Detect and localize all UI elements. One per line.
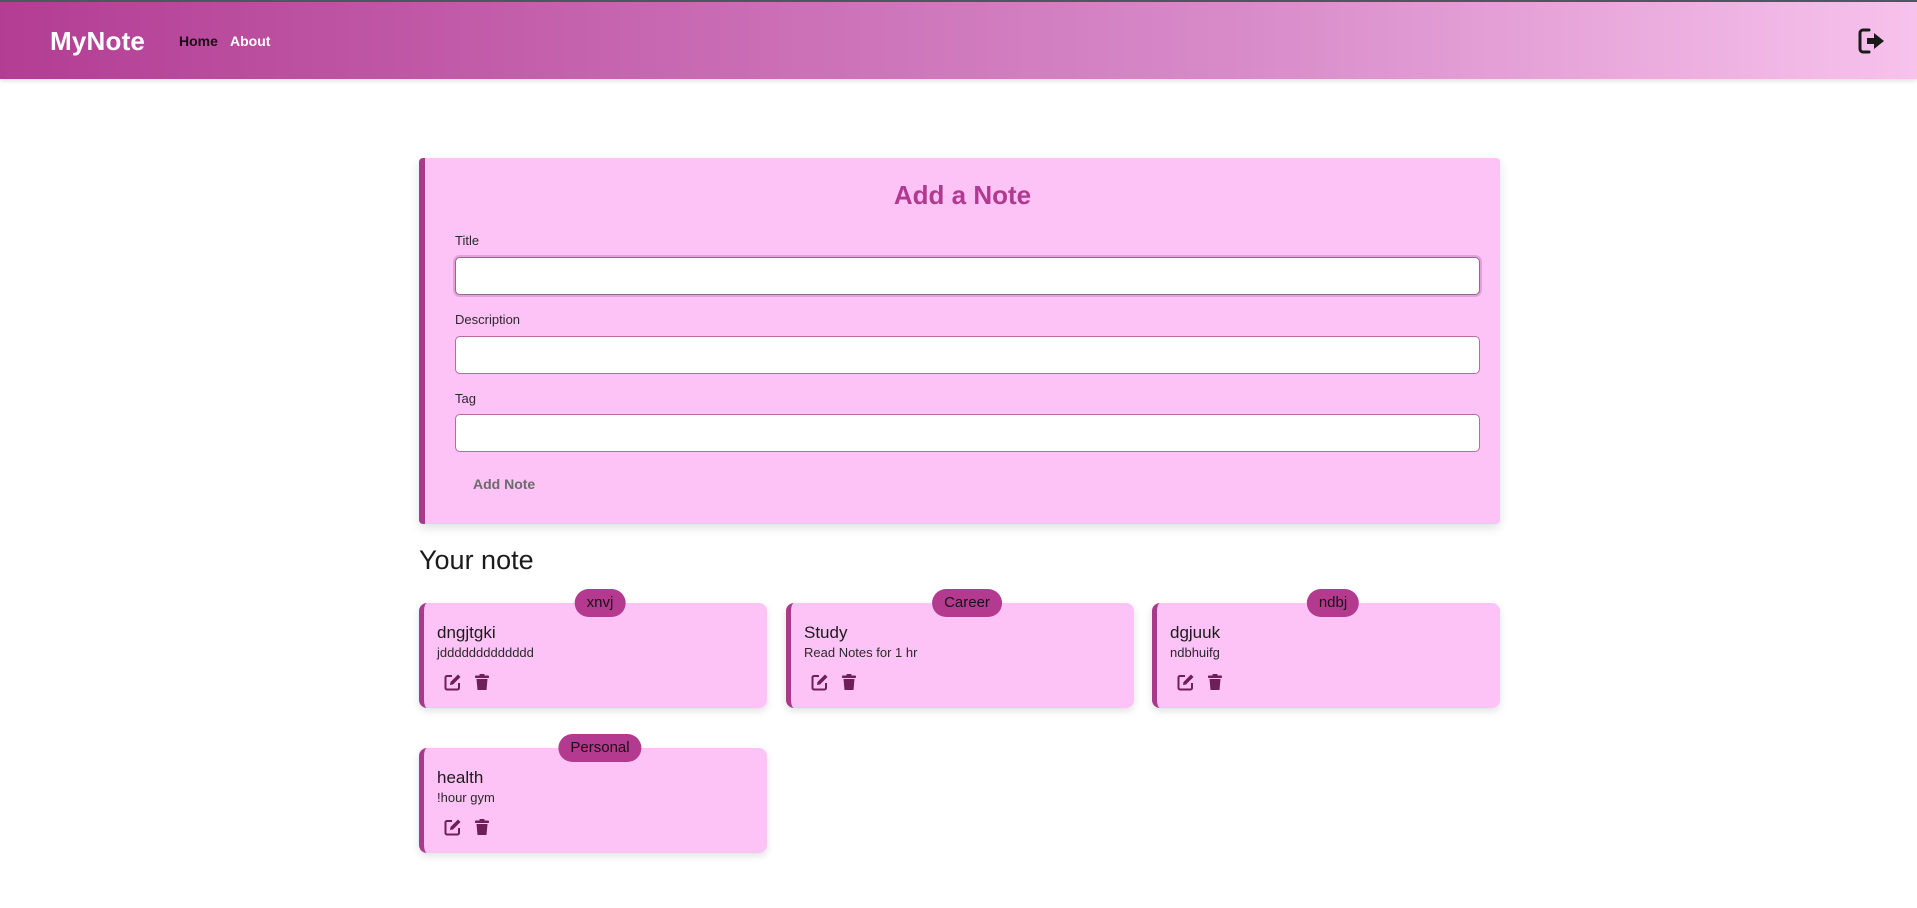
trash-icon[interactable] [1206, 673, 1224, 691]
note-title: Study [804, 623, 848, 642]
brand-logo[interactable]: MyNote [50, 26, 145, 57]
description-label: Description [455, 312, 521, 327]
edit-icon[interactable] [1177, 673, 1195, 691]
note-card: Personal health !hour gym [419, 734, 767, 853]
note-title: dngjtgki [437, 623, 496, 642]
add-note-button[interactable]: Add Note [473, 476, 535, 492]
note-description: Read Notes for 1 hr [804, 645, 918, 660]
sign-out-icon[interactable] [1858, 28, 1886, 54]
notes-heading: Your note [419, 545, 534, 575]
note-title: dgjuuk [1170, 623, 1221, 642]
edit-icon[interactable] [811, 673, 829, 691]
add-note-form: Add a Note Title Description Tag Add Not… [419, 158, 1500, 524]
edit-icon[interactable] [444, 818, 462, 836]
title-input[interactable] [455, 257, 1480, 295]
nav-link-about[interactable]: About [230, 33, 270, 49]
note-card: xnvj dngjtgki jddddddddddddd [419, 589, 767, 708]
form-heading: Add a Note [893, 180, 1032, 210]
note-tag-badge: xnvj [574, 589, 626, 617]
note-title: health [437, 768, 484, 787]
note-tag-badge: Personal [558, 734, 642, 762]
tag-input[interactable] [455, 414, 1480, 452]
note-card: Career Study Read Notes for 1 hr [786, 589, 1134, 708]
nav-link-home[interactable]: Home [179, 33, 218, 49]
note-card: ndbj dgjuuk ndbhuifg [1152, 589, 1500, 708]
edit-icon[interactable] [444, 673, 462, 691]
note-description: ndbhuifg [1170, 645, 1220, 660]
trash-icon[interactable] [840, 673, 858, 691]
description-input[interactable] [455, 336, 1480, 374]
note-tag-badge: Career [932, 589, 1002, 617]
trash-icon[interactable] [473, 673, 491, 691]
note-description: !hour gym [437, 790, 495, 805]
title-label: Title [455, 233, 480, 248]
navbar: MyNote Home About [0, 2, 1917, 79]
note-tag-badge: ndbj [1306, 589, 1360, 617]
trash-icon[interactable] [473, 818, 491, 836]
tag-label: Tag [455, 391, 476, 406]
note-description: jddddddddddddd [437, 645, 534, 660]
